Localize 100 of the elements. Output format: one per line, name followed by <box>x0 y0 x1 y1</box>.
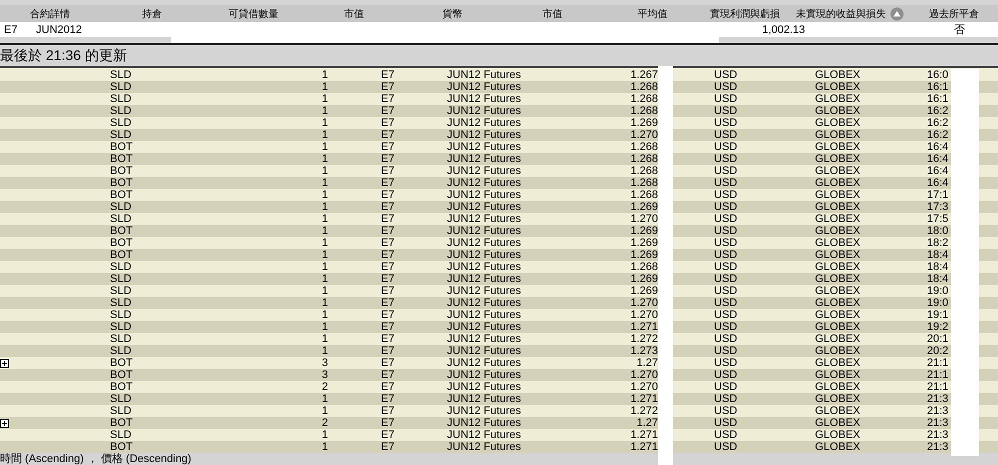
table-cell-text: USD <box>714 261 738 273</box>
table-cell-text: 1 <box>320 297 328 309</box>
table-cell-text: JUN12 Futures <box>447 273 522 285</box>
table-cell-text: 2 <box>320 381 328 393</box>
table-cell-text: E7 <box>381 81 396 93</box>
table-cell-text: 1 <box>320 309 328 321</box>
table-cell-text: E7 <box>381 261 396 273</box>
table-cell-text: E7 <box>381 369 396 381</box>
table-cell-text: JUN12 Futures <box>447 105 522 117</box>
table-cell-text: 1 <box>320 225 328 237</box>
table-cell-text: 1.268 <box>629 93 658 105</box>
table-cell-text: GLOBEX <box>815 273 862 285</box>
table-cell-text: 21:3 <box>927 417 950 429</box>
table-cell-text: 1.271 <box>629 429 658 441</box>
table-cell-text: JUN12 Futures <box>447 93 522 105</box>
table-cell-text: JUN12 Futures <box>447 285 522 297</box>
column-header[interactable]: 持倉 <box>142 6 162 20</box>
table-cell-text: E7 <box>381 321 396 333</box>
table-cell-text: GLOBEX <box>815 405 862 417</box>
table-cell-text: E7 <box>381 393 396 405</box>
table-cell-text: 1 <box>320 117 328 129</box>
table-cell-text: USD <box>714 93 738 105</box>
table-cell-text: E7 <box>381 69 396 81</box>
table-cell-text: JUN12 Futures <box>447 369 522 381</box>
table-cell-text: 20:2 <box>927 345 950 357</box>
table-cell-text: SLD <box>110 129 132 141</box>
table-cell-text: 1 <box>320 237 328 249</box>
table-cell-text: JUN12 Futures <box>447 417 522 429</box>
table-cell-text: E7 <box>381 333 396 345</box>
table-cell-text: SLD <box>110 429 132 441</box>
column-header[interactable]: 平均值 <box>638 6 668 20</box>
table-cell-text: 18:4 <box>927 273 950 285</box>
table-cell-text: 1.270 <box>629 381 658 393</box>
table-cell-text: GLOBEX <box>815 153 862 165</box>
table-cell-text: USD <box>714 177 738 189</box>
table-cell-text: JUN12 Futures <box>447 381 522 393</box>
table-cell-text: E7 <box>381 129 396 141</box>
table-cell-text: E7 <box>381 381 396 393</box>
column-header[interactable]: 市值 <box>542 6 562 20</box>
expand-icon[interactable] <box>0 358 9 368</box>
table-cell-text: USD <box>714 153 738 165</box>
table-cell-text: USD <box>714 405 738 417</box>
table-cell-text: BOT <box>110 141 134 153</box>
table-cell-text: GLOBEX <box>815 285 862 297</box>
table-cell-text: 16:2 <box>927 117 950 129</box>
table-cell-text: 16:2 <box>927 129 950 141</box>
table-cell-text: 1.268 <box>629 141 658 153</box>
table-cell-text: GLOBEX <box>815 321 862 333</box>
table-cell-text: JUN12 Futures <box>447 321 522 333</box>
table-cell-text: 16:2 <box>927 105 950 117</box>
table-cell-text: E7 <box>381 237 396 249</box>
column-header[interactable]: 實現利潤與虧損 <box>710 6 780 20</box>
table-cell-text: 1.268 <box>629 81 658 93</box>
table-cell-text: 1 <box>320 141 328 153</box>
column-header[interactable]: 過去所平倉 <box>929 6 979 20</box>
table-cell-text: 19:2 <box>927 321 950 333</box>
column-header[interactable]: 貨幣 <box>442 6 462 20</box>
column-header[interactable]: 未實現的收益與損失 <box>796 6 886 20</box>
table-cell-text: 21:3 <box>927 429 950 441</box>
table-cell-text: 1 <box>320 441 328 453</box>
table-cell-text: E7 <box>381 105 396 117</box>
table-cell-text: USD <box>714 333 738 345</box>
table-cell-text: 1.272 <box>629 333 658 345</box>
table-cell-text: JUN12 Futures <box>447 357 522 369</box>
table-cell-text: JUN12 Futures <box>447 249 522 261</box>
table-cell-text: GLOBEX <box>815 201 862 213</box>
table-cell-text: 1.269 <box>629 237 658 249</box>
table-cell-text: USD <box>714 285 738 297</box>
table-cell-text: JUN12 Futures <box>447 165 522 177</box>
table-cell-text: 1 <box>320 393 328 405</box>
table-cell-text: 1 <box>320 429 328 441</box>
table-cell-text: 1.268 <box>629 189 658 201</box>
column-header[interactable]: 合約詳情 <box>30 6 70 20</box>
table-cell-text: GLOBEX <box>815 309 862 321</box>
column-header[interactable]: 可貸借數量 <box>228 6 278 20</box>
table-cell-text: JUN12 Futures <box>447 393 522 405</box>
table-cell-text: 1.270 <box>629 369 658 381</box>
table-cell-text: SLD <box>110 309 132 321</box>
table-cell-text: 1.273 <box>629 345 658 357</box>
table-cell-text: BOT <box>110 249 134 261</box>
table-cell-text: JUN12 Futures <box>447 69 522 81</box>
table-cell-text: GLOBEX <box>815 105 862 117</box>
table-cell-text: 16:1 <box>927 93 950 105</box>
sort-up-icon[interactable] <box>890 6 904 20</box>
table-cell-text: USD <box>714 165 738 177</box>
table-cell-text: 18:0 <box>927 225 950 237</box>
table-cell-text: E7 <box>381 429 396 441</box>
table-cell-text: 1 <box>320 201 328 213</box>
table-cell-text: 1 <box>320 189 328 201</box>
table-cell-text: JUN12 Futures <box>447 309 522 321</box>
table-cell-text: USD <box>714 417 738 429</box>
table-cell-text: 19:1 <box>927 309 950 321</box>
expand-icon[interactable] <box>0 418 9 428</box>
table-cell-text: 1.269 <box>629 249 658 261</box>
column-header[interactable]: 市值 <box>344 6 364 20</box>
table-cell-text: E7 <box>381 273 396 285</box>
table-cell-text: JUN12 Futures <box>447 297 522 309</box>
table-cell-text: 1.269 <box>629 117 658 129</box>
table-cell-text: BOT <box>110 189 134 201</box>
table-cell-text: 1 <box>320 153 328 165</box>
